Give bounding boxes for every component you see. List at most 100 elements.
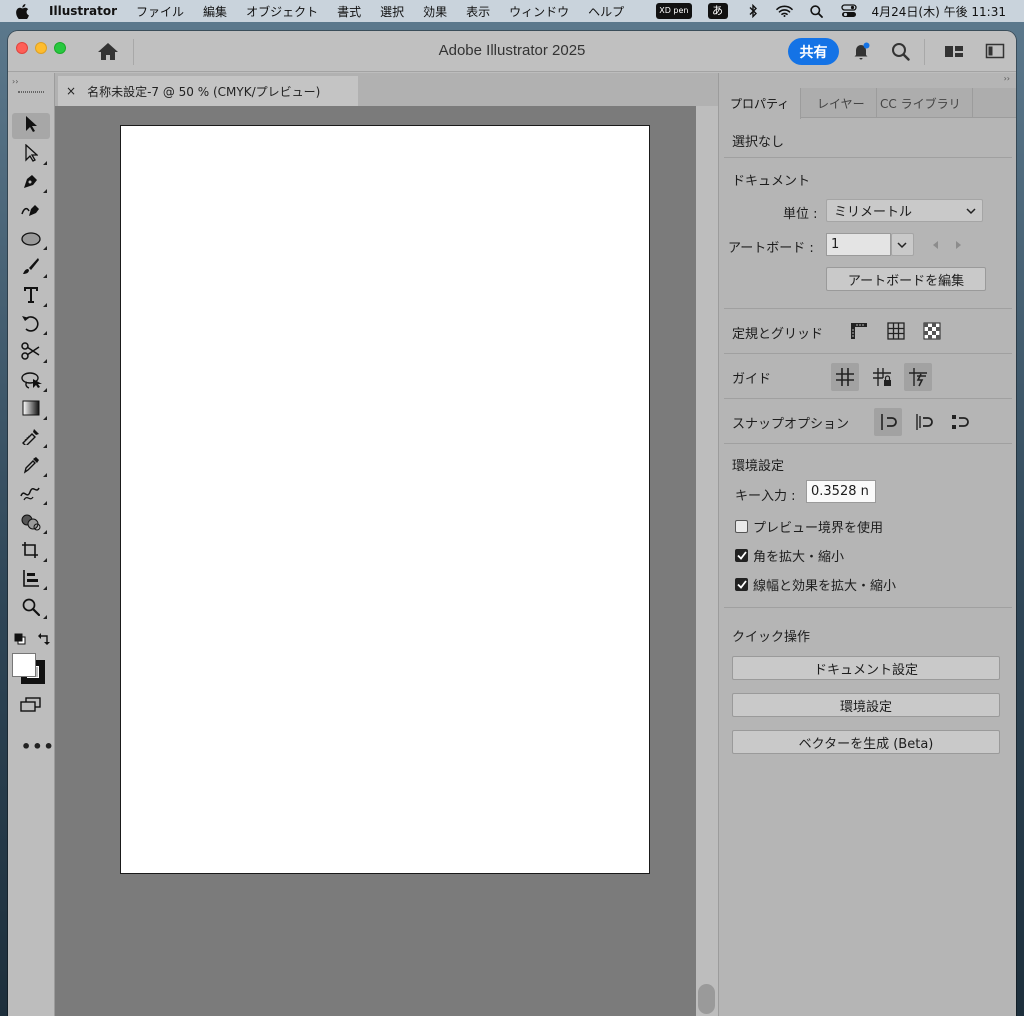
scale-corners-checkbox[interactable]: 角を拡大・縮小 [735,546,844,565]
scale-strokes-effects-checkbox[interactable]: 線幅と効果を拡大・縮小 [735,575,896,594]
collapse-panel-icon[interactable]: ›› [1004,74,1010,83]
graph-tool[interactable] [12,567,50,593]
share-button[interactable]: 共有 [788,38,839,65]
scissors-tool[interactable] [12,340,50,366]
lasso-tool[interactable] [12,369,50,395]
preferences-button[interactable]: 環境設定 [732,693,1000,717]
checkbox-unchecked[interactable] [735,520,748,533]
checkbox-label: 角を拡大・縮小 [753,550,845,565]
menu-effect[interactable]: 効果 [423,3,447,20]
collapse-toolbar-icon[interactable]: ›› [12,77,18,86]
close-document-icon[interactable]: × [66,84,76,98]
paintbrush-tool[interactable] [12,255,50,281]
notifications-bell-icon[interactable] [850,40,872,62]
canvas-area[interactable] [55,106,696,1016]
panel-toggle-icon[interactable] [984,40,1006,62]
rulers-icon[interactable] [845,317,873,345]
default-colors-icon[interactable] [14,630,26,649]
keyboard-increment-input[interactable]: 0.3528 n [806,480,876,503]
shape-builder-tool[interactable] [12,511,50,537]
next-artboard-icon[interactable] [955,239,963,254]
graph-tool-icon [22,569,40,591]
smart-guides-icon[interactable] [904,363,932,391]
type-tool[interactable] [12,284,50,310]
tab-cc-libraries[interactable]: CC ライブラリ [869,88,973,118]
edit-artboards-button[interactable]: アートボードを編集 [826,267,986,291]
menu-help[interactable]: ヘルプ [588,3,624,20]
guides-title: ガイド [732,372,772,387]
artboard-dropdown-button[interactable] [891,233,914,256]
menu-bar-clock[interactable]: 4月24日(木) 午後 11:31 [872,3,1006,20]
more-tools-icon[interactable]: ••• [21,737,55,756]
units-dropdown[interactable]: ミリメートル [826,199,983,222]
use-preview-bounds-checkbox[interactable]: プレビュー境界を使用 [735,517,883,536]
change-screen-mode-icon[interactable] [20,697,42,717]
mesh-tool[interactable] [12,425,50,451]
pen-tool[interactable] [12,170,50,196]
menu-window[interactable]: ウィンドウ [509,3,569,20]
transparency-grid-icon[interactable] [918,317,946,345]
chevron-down-icon [966,205,976,220]
artboard[interactable] [120,125,650,874]
menu-object[interactable]: オブジェクト [246,3,318,20]
vertical-scrollbar[interactable] [696,106,718,1016]
grid-icon[interactable] [882,317,910,345]
checkbox-label: 線幅と効果を拡大・縮小 [753,579,897,594]
menu-file[interactable]: ファイル [136,3,184,20]
pen-tablet-status-icon[interactable]: XD pen [656,3,692,19]
tools-panel: ›› ••• [8,73,55,1016]
control-center-icon[interactable] [840,3,858,19]
show-guides-icon[interactable] [831,363,859,391]
scrollbar-thumb[interactable] [698,984,715,1014]
rotate-tool[interactable] [12,312,50,338]
document-setup-button[interactable]: ドキュメント設定 [732,656,1000,680]
menu-edit[interactable]: 編集 [203,3,227,20]
zoom-tool[interactable] [12,596,50,622]
zoom-tool-icon [22,598,41,620]
swap-colors-icon[interactable] [38,630,51,649]
spotlight-search-icon[interactable] [808,3,826,19]
rulers-grids-title: 定規とグリッド [732,327,824,342]
workspace-switcher-icon[interactable] [943,40,965,62]
toolbar-grip[interactable] [18,91,44,93]
search-icon[interactable] [889,40,911,62]
snap-to-glyph-icon[interactable] [946,408,974,436]
selection-tool-icon [24,115,38,137]
tab-layers[interactable]: レイヤー [806,88,877,118]
direct-selection-tool-icon [24,143,39,166]
input-method-indicator[interactable]: あ [707,3,728,19]
apple-menu-icon[interactable] [16,3,34,19]
menu-view[interactable]: 表示 [466,3,490,20]
snap-to-point-icon[interactable] [874,408,902,436]
checkbox-checked[interactable] [735,549,748,562]
artboard-tool[interactable] [12,539,50,565]
type-tool-icon [23,286,39,308]
lasso-tool-icon [20,371,42,393]
menu-type[interactable]: 書式 [337,3,361,20]
eyedropper-tool[interactable] [12,454,50,480]
direct-selection-tool[interactable] [12,142,50,168]
selection-tool[interactable] [12,113,50,139]
artboard-number-field[interactable]: 1 [826,233,891,256]
curvature-tool[interactable] [12,198,50,224]
previous-artboard-icon[interactable] [931,239,939,254]
preferences-title: 環境設定 [732,459,785,474]
blend-tool-icon [20,484,42,506]
generate-vectors-button[interactable]: ベクターを生成 (Beta) [732,730,1000,754]
ellipse-tool[interactable] [12,227,50,253]
fill-color-swatch[interactable] [12,653,36,677]
menu-app-name[interactable]: Illustrator [49,4,117,18]
checkbox-checked[interactable] [735,578,748,591]
gradient-tool[interactable] [12,397,50,423]
divider [724,353,1012,354]
tab-properties[interactable]: プロパティ [719,88,802,119]
wifi-icon[interactable] [776,3,794,19]
blend-tool[interactable] [12,482,50,508]
snap-to-pixel-icon[interactable] [910,408,938,436]
menu-select[interactable]: 選択 [380,3,404,20]
document-tab[interactable]: × 名称未設定-7 @ 50 % (CMYK/プレビュー) [58,76,358,106]
properties-panel: ›› プロパティ レイヤー CC ライブラリ 選択なし ドキュメント 単位 : … [718,73,1016,1016]
rotate-tool-icon [21,314,41,336]
bluetooth-icon[interactable] [744,3,762,19]
lock-guides-icon[interactable] [868,363,896,391]
